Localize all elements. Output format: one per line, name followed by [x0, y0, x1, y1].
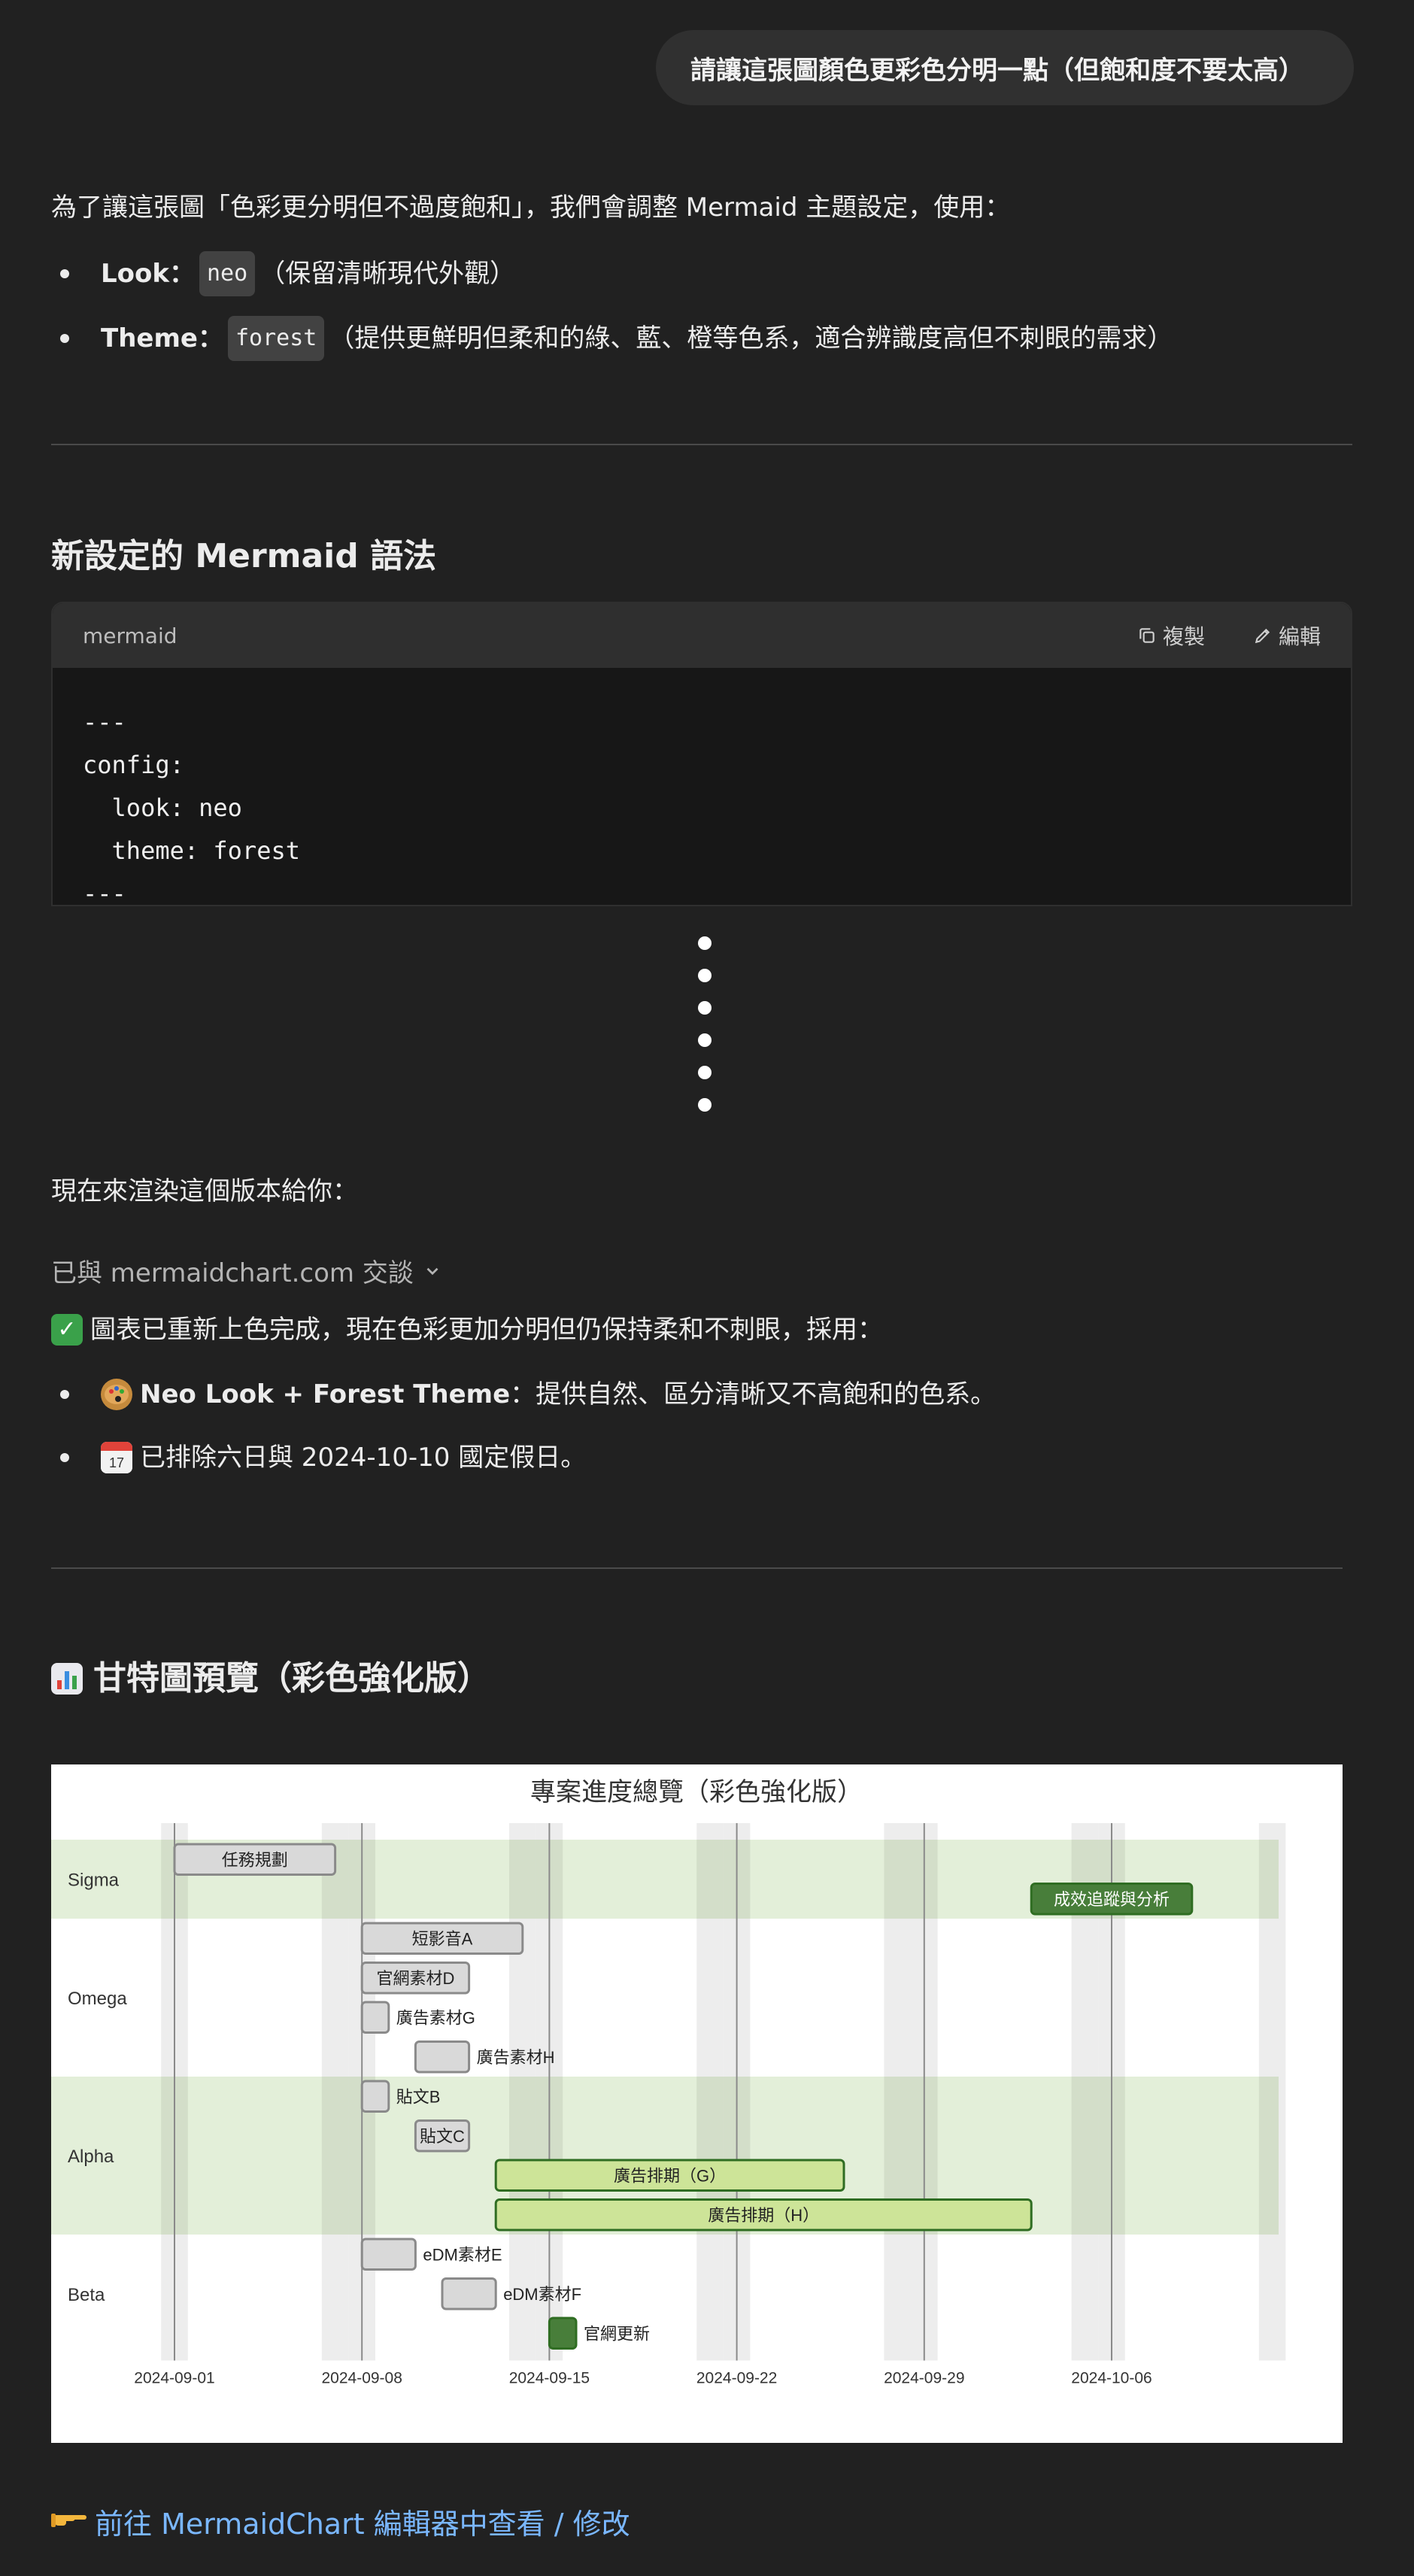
gantt-chart-svg: 專案進度總覽（彩色強化版） Sigma Omega Alpha Beta 2024-09-…	[51, 1778, 1286, 2387]
bullet-key: Look：	[101, 259, 195, 289]
section-label: Omega	[68, 1989, 127, 2009]
excluded-day-shade	[509, 1823, 536, 2361]
list-item: Look： neo （保留清晰現代外觀）	[60, 251, 515, 296]
vertical-ellipsis-icon	[698, 936, 713, 1130]
x-tick-label: 2024-10-06	[1071, 2370, 1152, 2387]
excluded-day-shade	[884, 1823, 911, 2361]
bullet-desc: （提供更鮮明但柔和的綠、藍、橙等色系，適合辨識度高但不刺眼的需求）	[329, 323, 1173, 353]
code-block: mermaid 複製 編輯 --- config: look: neo theme…	[51, 602, 1352, 906]
divider	[51, 1567, 1343, 1569]
task-label: 成效追蹤與分析	[1054, 1890, 1170, 1909]
task-label: eDM素材E	[423, 2245, 502, 2264]
code-line: look: neo	[83, 793, 242, 822]
user-message-text: 請讓這張圖顏色更彩色分明一點（但飽和度不要太高）	[690, 55, 1304, 86]
task-label: 官網更新	[584, 2324, 650, 2343]
bullet-desc: （保留清晰現代外觀）	[259, 259, 516, 289]
bullet-key: Theme：	[101, 323, 223, 353]
calendar-icon: 17	[101, 1442, 132, 1473]
pointing-hand-icon	[51, 2505, 87, 2538]
copy-icon	[1139, 628, 1155, 643]
done-line: ✓ 圖表已重新上色完成，現在色彩更加分明但仍保持柔和不刺眼，採用：	[51, 1312, 883, 1348]
x-tick-label: 2024-09-22	[696, 2370, 777, 2387]
inline-code: forest	[227, 316, 325, 361]
preview-title: 甘特圖預覽（彩色強化版）	[51, 1656, 490, 1701]
chevron-down-icon	[426, 1267, 438, 1275]
section-title: 新設定的 Mermaid 語法	[51, 537, 437, 575]
inline-code: neo	[199, 251, 256, 296]
list-item: Theme： forest （提供更鮮明但柔和的綠、藍、橙等色系，適合辨識度高但…	[60, 316, 1173, 361]
task-label: 廣告素材H	[477, 2048, 555, 2067]
x-tick-label: 2024-09-15	[509, 2370, 590, 2387]
task-bar	[414, 2040, 471, 2074]
excluded-day-shade	[696, 1823, 724, 2361]
list-item: Neo Look + Forest Theme ：提供自然、區分清晰又不高飽和的…	[60, 1375, 996, 1414]
code-language: mermaid	[83, 623, 178, 648]
task-bar	[548, 2317, 578, 2350]
task-label: 官網素材D	[376, 1969, 454, 1988]
code-line: ---	[83, 879, 126, 906]
task-label: 短影音A	[412, 1929, 473, 1948]
mermaidchart-editor-link[interactable]: 前往 MermaidChart 編輯器中查看 / 修改	[95, 2501, 630, 2542]
task-bar	[360, 2001, 390, 2034]
task-label: 廣告排期（H）	[708, 2206, 819, 2225]
task-bar	[441, 2277, 497, 2311]
tool-status[interactable]: 已與 mermaidchart.com 交談	[51, 1252, 442, 1289]
bullet-bold: Neo Look + Forest Theme	[140, 1379, 511, 1409]
bullet-text: 已排除六日與 2024-10-10 國定假日。	[140, 1443, 587, 1473]
task-label: 廣告素材G	[396, 2008, 475, 2027]
x-tick-label: 2024-09-08	[321, 2370, 402, 2387]
list-item: 17 已排除六日與 2024-10-10 國定假日。	[60, 1438, 586, 1477]
code-line: ---	[83, 708, 126, 736]
preview-title-text: 甘特圖預覽（彩色強化版）	[93, 1659, 490, 1698]
task-label: 任務規劃	[222, 1850, 288, 1869]
palette-icon	[101, 1379, 132, 1410]
code-content: --- config: look: neo theme: forest ---	[53, 668, 1351, 906]
edit-label: 編輯	[1278, 624, 1321, 649]
copy-label: 複製	[1162, 624, 1205, 649]
edit-icon	[1255, 628, 1270, 644]
bullet-dot	[60, 1390, 69, 1399]
editor-link-row: 前往 MermaidChart 編輯器中查看 / 修改	[51, 2501, 630, 2542]
task-label: 貼文B	[396, 2087, 441, 2106]
task-bar	[360, 2238, 417, 2271]
bullet-dot	[60, 269, 69, 278]
task-label: eDM素材F	[503, 2285, 581, 2304]
gantt-chart: 專案進度總覽（彩色強化版） Sigma Omega Alpha Beta 2024-09-…	[51, 1764, 1343, 2443]
section-label: Beta	[68, 2285, 105, 2305]
code-line: config:	[83, 751, 184, 779]
check-mark-icon: ✓	[51, 1314, 83, 1346]
code-line: theme: forest	[83, 836, 300, 865]
task-label: 廣告排期（G）	[614, 2166, 726, 2185]
excluded-day-shade	[321, 1823, 349, 2361]
tool-status-text: 已與 mermaidchart.com 交談	[51, 1258, 414, 1288]
render-intro: 現在來渲染這個版本給你：	[51, 1176, 358, 1206]
bullet-text: ：提供自然、區分清晰又不高飽和的色系。	[510, 1379, 997, 1409]
svg-text:17: 17	[109, 1455, 124, 1470]
excluded-day-shade	[1258, 1823, 1286, 2361]
edit-button[interactable]: 編輯	[1253, 620, 1321, 651]
reply-intro: 為了讓這張圖「色彩更分明但不過度飽和」，我們會調整 Mermaid 主題設定，使…	[51, 193, 1011, 223]
task-label: 貼文C	[420, 2127, 465, 2146]
bullet-dot	[60, 1453, 69, 1462]
code-block-header: mermaid 複製 編輯	[53, 603, 1351, 668]
task-bar	[360, 2080, 390, 2113]
section-label: Sigma	[68, 1871, 120, 1891]
x-tick-label: 2024-09-29	[884, 2370, 964, 2387]
divider	[51, 444, 1352, 445]
chart-title: 專案進度總覽（彩色強化版）	[530, 1778, 863, 1807]
bar-chart-icon	[51, 1663, 83, 1695]
done-text: 圖表已重新上色完成，現在色彩更加分明但仍保持柔和不刺眼，採用：	[90, 1315, 883, 1345]
bullet-dot	[60, 334, 69, 343]
user-message-bubble: 請讓這張圖顏色更彩色分明一點（但飽和度不要太高）	[656, 30, 1354, 105]
x-tick-label: 2024-09-01	[134, 2370, 214, 2387]
section-label: Alpha	[68, 2147, 114, 2167]
copy-button[interactable]: 複製	[1137, 620, 1205, 651]
